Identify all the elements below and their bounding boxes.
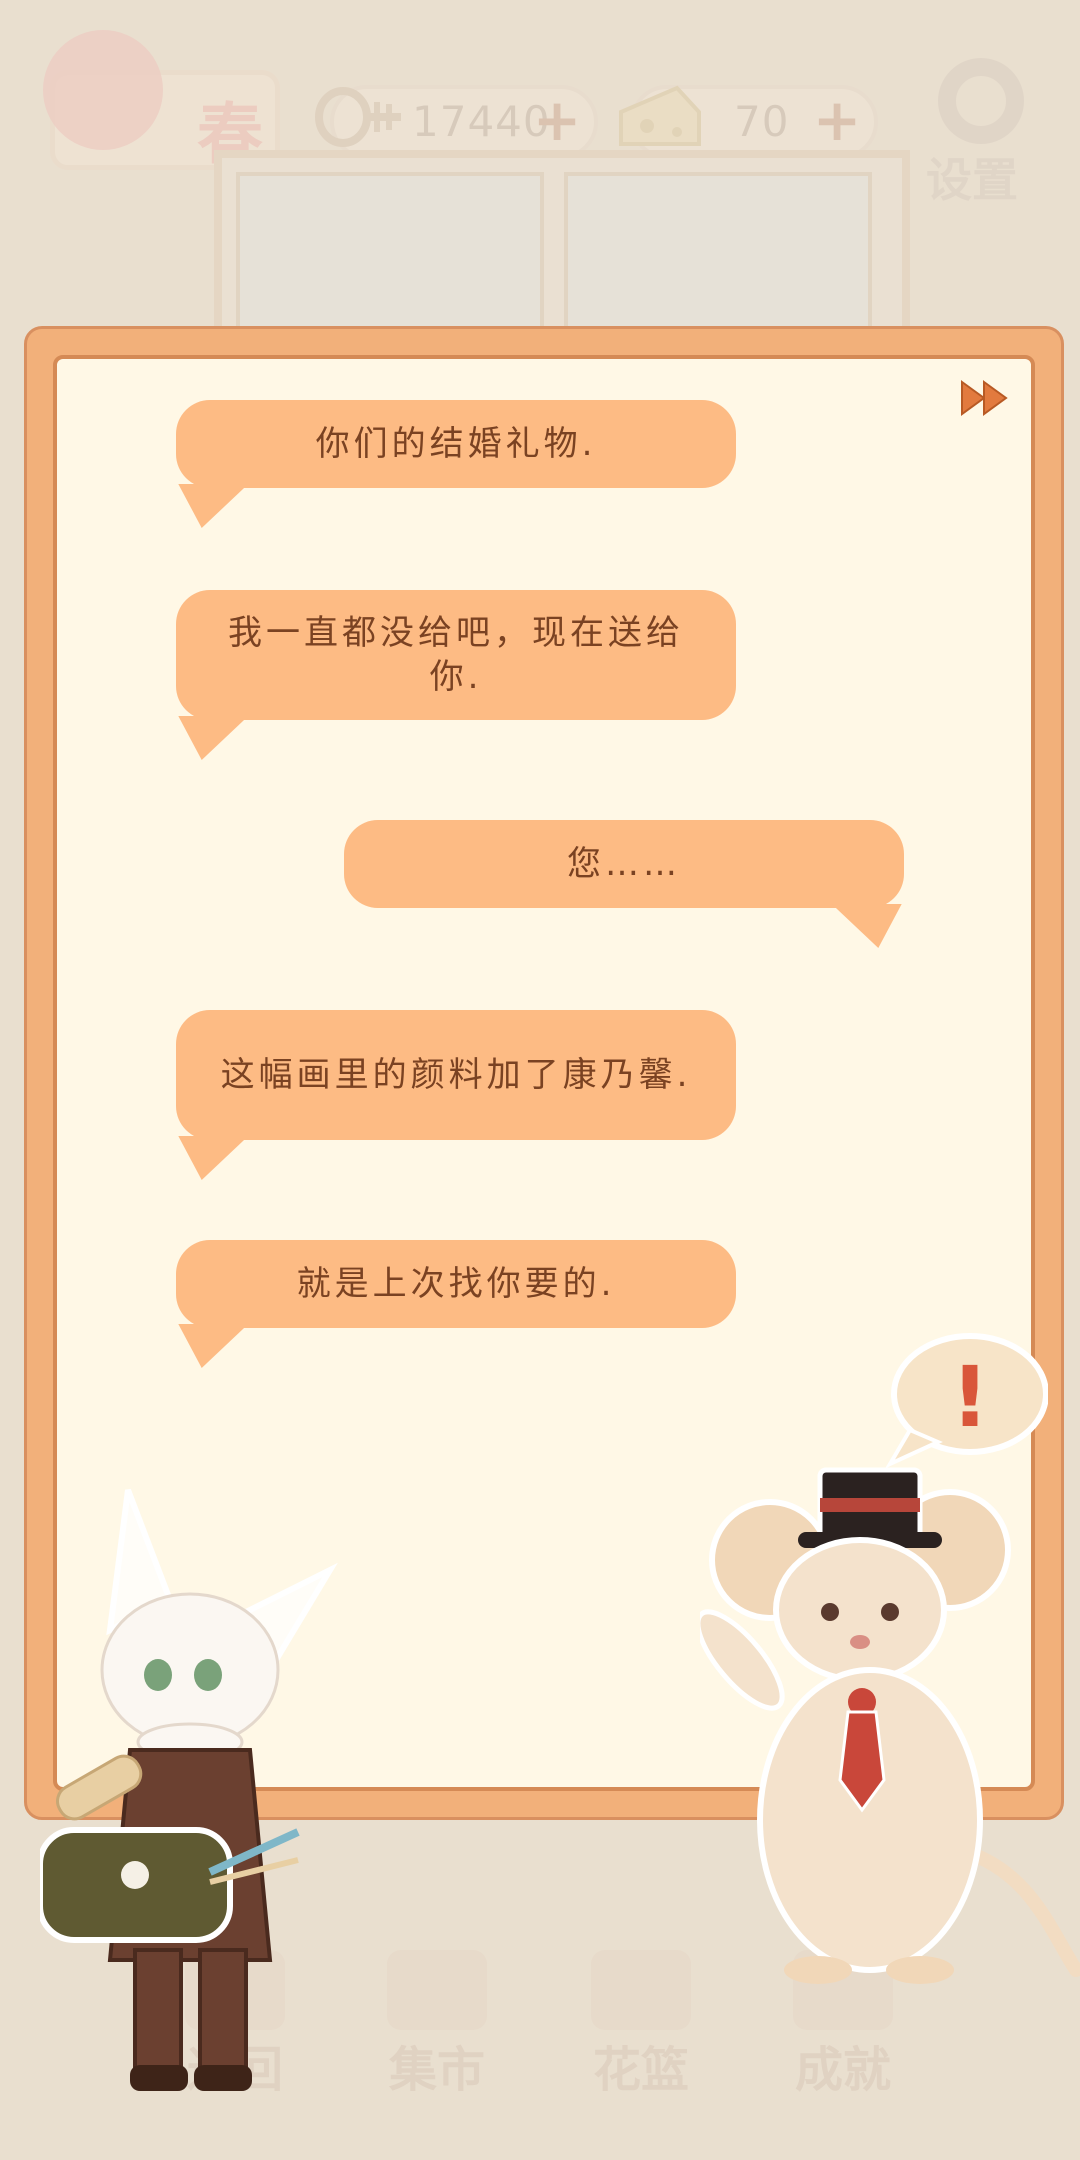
market-button[interactable]: 集市 — [362, 1950, 512, 2100]
tree-icon — [43, 30, 163, 150]
chat-bubble: 我一直都没给吧，现在送给你. — [176, 590, 736, 760]
chat-bubble: 您…… — [344, 820, 904, 948]
cat-character — [37, 1480, 340, 2100]
basket-button[interactable]: 花篮 — [566, 1950, 716, 2100]
chat-text: 这幅画里的颜料加了康乃馨. — [220, 1055, 692, 1095]
chat-text: 我一直都没给吧，现在送给你. — [228, 613, 684, 697]
basket-label: 花篮 — [592, 2042, 689, 2098]
achievement-label: 成就 — [794, 2042, 891, 2098]
fish-count: 17440 — [412, 97, 551, 146]
chat-text: 就是上次找你要的. — [296, 1264, 616, 1304]
chat-text: 您…… — [567, 844, 681, 884]
market-stall-icon — [387, 1950, 487, 2030]
chat-bubble: 你们的结婚礼物. — [176, 400, 736, 528]
fish-counter: 17440 + — [315, 85, 598, 159]
chat-text: 你们的结婚礼物. — [315, 424, 597, 464]
market-label: 集市 — [388, 2042, 485, 2098]
shelf-pane-left — [236, 172, 544, 330]
add-fish-button[interactable]: + — [532, 91, 582, 149]
fast-forward-button[interactable] — [960, 380, 1010, 416]
chat-bubble: 这幅画里的颜料加了康乃馨. — [176, 1010, 736, 1180]
shelf-pane-right — [564, 172, 872, 330]
fast-forward-icon — [961, 380, 1008, 416]
chat-bubble: 就是上次找你要的. — [176, 1240, 736, 1368]
mouse-character — [695, 1330, 1080, 1990]
flower-basket-icon — [591, 1950, 691, 2030]
gear-icon — [938, 58, 1024, 144]
display-shelf — [214, 150, 910, 346]
cheese-counter: 70 + — [619, 85, 878, 159]
add-cheese-button[interactable]: + — [812, 91, 862, 149]
cheese-count: 70 — [734, 97, 790, 146]
settings-label: 设置 — [926, 153, 1018, 207]
settings-button[interactable]: 设置 — [920, 58, 1042, 207]
